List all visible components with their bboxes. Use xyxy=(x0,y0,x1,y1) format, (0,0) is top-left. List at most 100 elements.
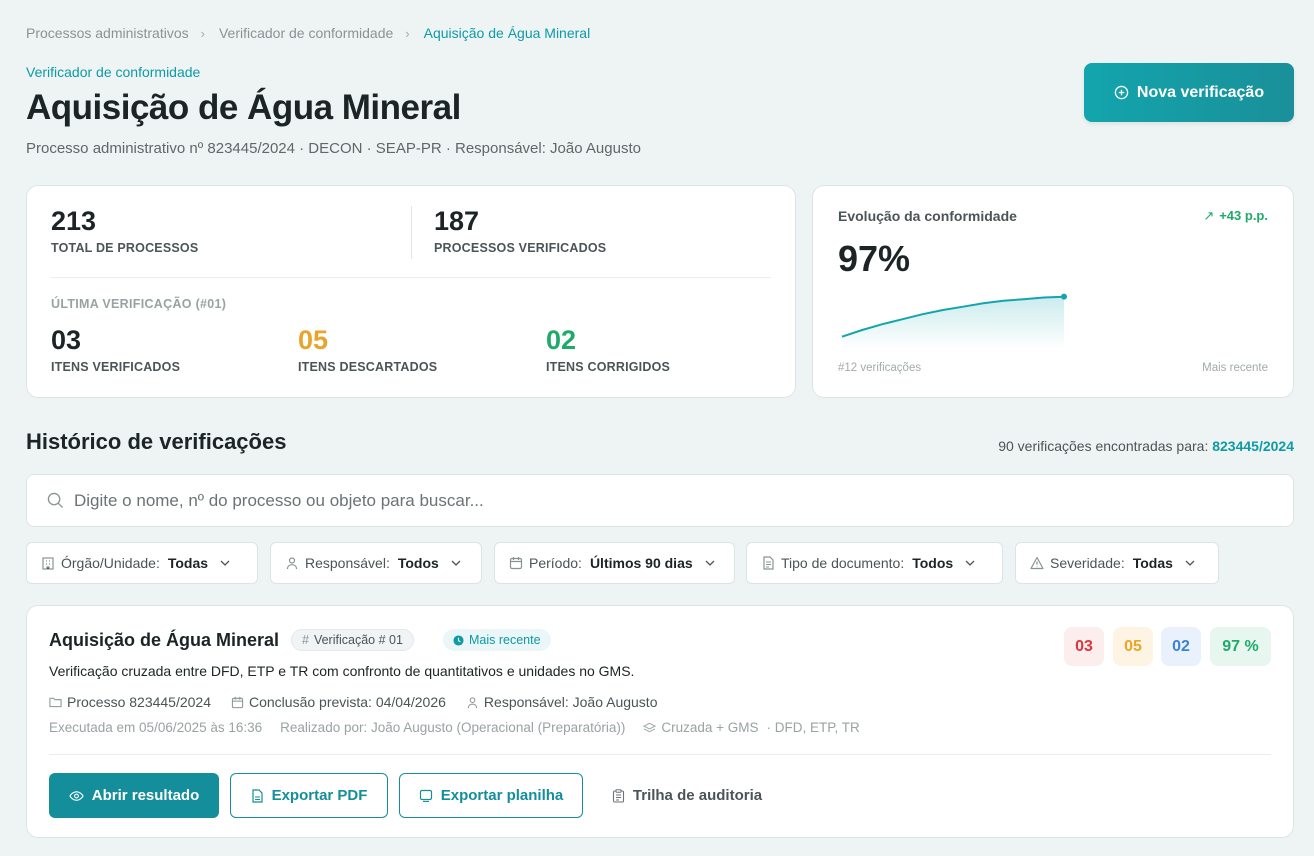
filter-severidade-label: Severidade: xyxy=(1050,555,1125,571)
stat-items-checked-label: ITENS VERIFICADOS xyxy=(51,360,181,374)
filter-tipo-documento[interactable]: Tipo de documento: Todos xyxy=(746,542,1003,584)
document-icon xyxy=(761,556,775,570)
divider xyxy=(51,277,771,278)
evolution-value: 97% xyxy=(838,238,911,279)
verification-title: Aquisição de Água Mineral xyxy=(49,630,280,650)
badge-verified: 03 xyxy=(1064,627,1104,666)
audit-trail-label: Trilha de auditoria xyxy=(632,787,763,804)
layers-icon xyxy=(643,722,657,734)
recent-tag-label: Mais recente xyxy=(469,633,541,647)
page-subtitle: Processo administrativo nº 823445/2024 ·… xyxy=(26,140,641,157)
export-sheet-button[interactable]: Exportar planilha xyxy=(399,773,583,818)
stat-total-value: 213 xyxy=(51,206,97,236)
meta-process-text: Processo 823445/2024 xyxy=(67,694,211,710)
meta-docs-text: · DFD, ETP, TR xyxy=(766,720,860,735)
filter-responsavel[interactable]: Responsável: Todos xyxy=(270,542,482,584)
last-verification-label: ÚLTIMA VERIFICAÇÃO (#01) xyxy=(51,297,227,311)
warning-icon xyxy=(1030,556,1044,570)
verification-meta-secondary: Executada em 05/06/2025 às 16:36 Realiza… xyxy=(49,720,860,735)
evolution-sparkline xyxy=(841,293,1067,349)
version-tag-label: Verificação # 01 xyxy=(313,633,403,647)
search-box xyxy=(26,474,1294,527)
filter-periodo[interactable]: Período: Últimos 90 dias xyxy=(494,542,735,584)
stats-card: 213 TOTAL DE PROCESSOS 187 PROCESSOS VER… xyxy=(26,185,796,398)
stat-verified-value: 187 xyxy=(434,206,480,236)
verification-description: Verificação cruzada entre DFD, ETP e TR … xyxy=(49,663,635,679)
history-count-text: 90 verificações encontradas para: xyxy=(998,438,1209,454)
sparkline-last-point xyxy=(1061,293,1067,300)
export-pdf-label: Exportar PDF xyxy=(271,787,368,804)
stat-verified: 187 PROCESSOS VERIFICADOS xyxy=(434,206,606,255)
new-verification-label: Nova verificação xyxy=(1136,83,1265,101)
stat-items-checked: 03 ITENS VERIFICADOS xyxy=(51,325,180,374)
meta-responsible: Responsável: João Augusto xyxy=(466,694,658,710)
plus-circle-icon xyxy=(1114,85,1129,100)
page-eyebrow: Verificador de conformidade xyxy=(26,64,201,80)
chevron-down-icon xyxy=(705,560,715,566)
meta-performed-by: Realizado por: João Augusto (Operacional… xyxy=(280,720,626,735)
meta-due-text: Conclusão prevista: 04/04/2026 xyxy=(249,694,446,710)
filter-tipo-documento-value: Todos xyxy=(912,555,954,571)
filter-orgao-value: Todas xyxy=(167,555,209,571)
export-pdf-button[interactable]: Exportar PDF xyxy=(230,773,388,818)
stat-total-label: TOTAL DE PROCESSOS xyxy=(51,241,199,255)
chevron-down-icon xyxy=(1185,560,1195,566)
chevron-right-icon: › xyxy=(405,25,410,41)
filter-orgao-label: Órgão/Unidade: xyxy=(61,555,160,571)
folder-icon xyxy=(49,696,62,708)
hash-icon: # xyxy=(302,633,309,647)
filter-tipo-documento-label: Tipo de documento: xyxy=(781,555,905,571)
meta-mode: Cruzada + GMS · DFD, ETP, TR xyxy=(643,720,860,735)
building-icon xyxy=(41,556,55,570)
stat-items-fixed-value: 02 xyxy=(546,325,577,355)
stat-items-discarded: 05 ITENS DESCARTADOS xyxy=(298,325,437,374)
filter-severidade[interactable]: Severidade: Todas xyxy=(1015,542,1219,584)
export-sheet-label: Exportar planilha xyxy=(440,787,564,804)
open-result-button[interactable]: Abrir resultado xyxy=(49,773,219,818)
filter-responsavel-label: Responsável: xyxy=(305,555,390,571)
audit-trail-button[interactable]: Trilha de auditoria xyxy=(601,773,773,818)
history-count: 90 verificações encontradas para: 823445… xyxy=(998,438,1294,454)
badge-fixed: 02 xyxy=(1161,627,1201,666)
clipboard-icon xyxy=(612,788,625,803)
stat-verified-label: PROCESSOS VERIFICADOS xyxy=(434,241,607,255)
chevron-down-icon xyxy=(451,560,461,566)
sparkline-area xyxy=(842,296,1064,349)
stat-items-fixed-label: ITENS CORRIGIDOS xyxy=(546,360,671,374)
stat-items-checked-value: 03 xyxy=(51,325,82,355)
breadcrumb-item-current: Aquisição de Água Mineral xyxy=(423,25,591,41)
evolution-card: Evolução da conformidade ↗ +43 p.p. 97% #… xyxy=(812,185,1294,398)
meta-executed: Executada em 05/06/2025 às 16:36 xyxy=(49,720,263,735)
evolution-delta-value: +43 p.p. xyxy=(1219,208,1268,223)
version-tag: # Verificação # 01 xyxy=(291,629,414,651)
search-icon xyxy=(47,492,64,509)
filter-periodo-value: Últimos 90 dias xyxy=(589,555,693,571)
trend-up-icon: ↗ xyxy=(1203,208,1215,223)
divider xyxy=(411,206,412,259)
filter-orgao[interactable]: Órgão/Unidade: Todas xyxy=(26,542,258,584)
filter-periodo-label: Período: xyxy=(529,555,582,571)
breadcrumb-item-verificador[interactable]: Verificador de conformidade xyxy=(219,25,393,41)
meta-process: Processo 823445/2024 xyxy=(49,694,211,710)
badge-compliance: 97 % xyxy=(1210,627,1271,666)
breadcrumb-item-processos[interactable]: Processos administrativos xyxy=(26,25,189,41)
divider xyxy=(49,754,1271,755)
calendar-icon xyxy=(509,556,523,570)
stat-total: 213 TOTAL DE PROCESSOS xyxy=(51,206,198,255)
history-count-process: 823445/2024 xyxy=(1212,438,1294,454)
chevron-down-icon xyxy=(220,560,230,566)
meta-responsible-text: Responsável: João Augusto xyxy=(483,694,658,710)
evolution-title: Evolução da conformidade xyxy=(838,208,1017,224)
verification-card: Aquisição de Água Mineral # Verificação … xyxy=(26,605,1294,838)
filter-responsavel-value: Todos xyxy=(397,555,439,571)
search-input[interactable] xyxy=(74,490,1174,511)
calendar-icon xyxy=(231,696,244,709)
breadcrumb: Processos administrativos › Verificador … xyxy=(26,25,590,41)
new-verification-button[interactable]: Nova verificação xyxy=(1084,63,1294,122)
stat-items-fixed: 02 ITENS CORRIGIDOS xyxy=(546,325,670,374)
spreadsheet-icon xyxy=(419,789,433,802)
open-result-label: Abrir resultado xyxy=(91,787,200,804)
recent-tag: Mais recente xyxy=(443,629,551,651)
stat-items-discarded-label: ITENS DESCARTADOS xyxy=(298,360,438,374)
user-icon xyxy=(285,556,299,570)
